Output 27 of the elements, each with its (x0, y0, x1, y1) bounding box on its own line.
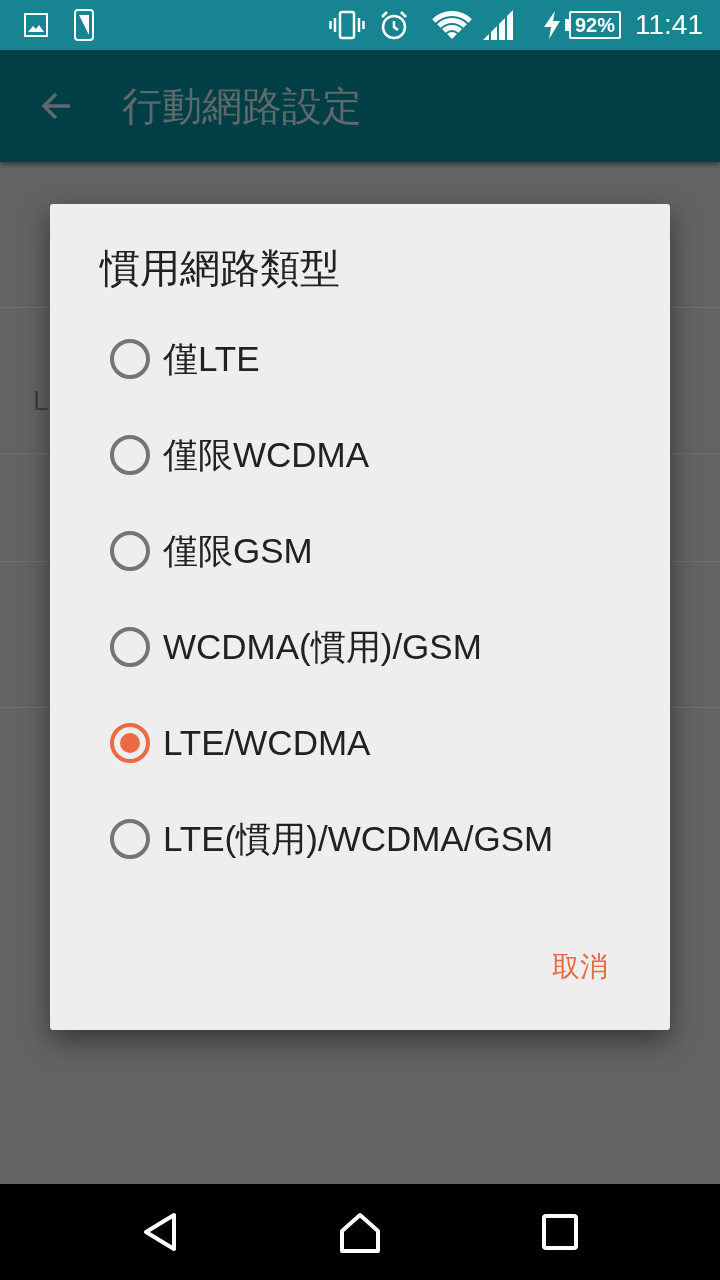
radio-option[interactable]: LTE(慣用)/WCDMA/GSM (110, 817, 554, 861)
screen-title: 行動網路設定 (122, 83, 362, 130)
dialog-title: 慣用網路類型 (100, 245, 340, 292)
radio-icon[interactable] (110, 819, 150, 859)
signal-icon (482, 10, 513, 40)
charging-bolt-icon (543, 11, 560, 39)
arrow-left-icon (40, 90, 72, 122)
phone-icon (74, 9, 94, 41)
radio-icon[interactable] (110, 435, 150, 475)
back-icon[interactable] (142, 1212, 178, 1252)
radio-option[interactable]: LTE/WCDMA (110, 721, 371, 765)
home-icon[interactable] (338, 1211, 382, 1253)
radio-option[interactable]: 僅限GSM (110, 529, 313, 573)
radio-option[interactable]: 僅限WCDMA (110, 433, 370, 477)
image-icon (24, 13, 48, 37)
alarm-clock-icon (379, 10, 408, 40)
radio-option[interactable]: WCDMA(慣用)/GSM (110, 625, 482, 669)
radio-icon[interactable] (110, 723, 150, 763)
status-time: 11:41 (635, 8, 703, 42)
radio-icon[interactable] (110, 531, 150, 571)
wifi-icon (431, 9, 472, 41)
battery-indicator: 92% (564, 11, 621, 39)
radio-icon[interactable] (110, 627, 150, 667)
vibrate-icon (328, 10, 365, 40)
recents-icon[interactable] (542, 1214, 578, 1250)
radio-option[interactable]: 僅LTE (110, 337, 260, 381)
radio-icon[interactable] (110, 339, 150, 379)
